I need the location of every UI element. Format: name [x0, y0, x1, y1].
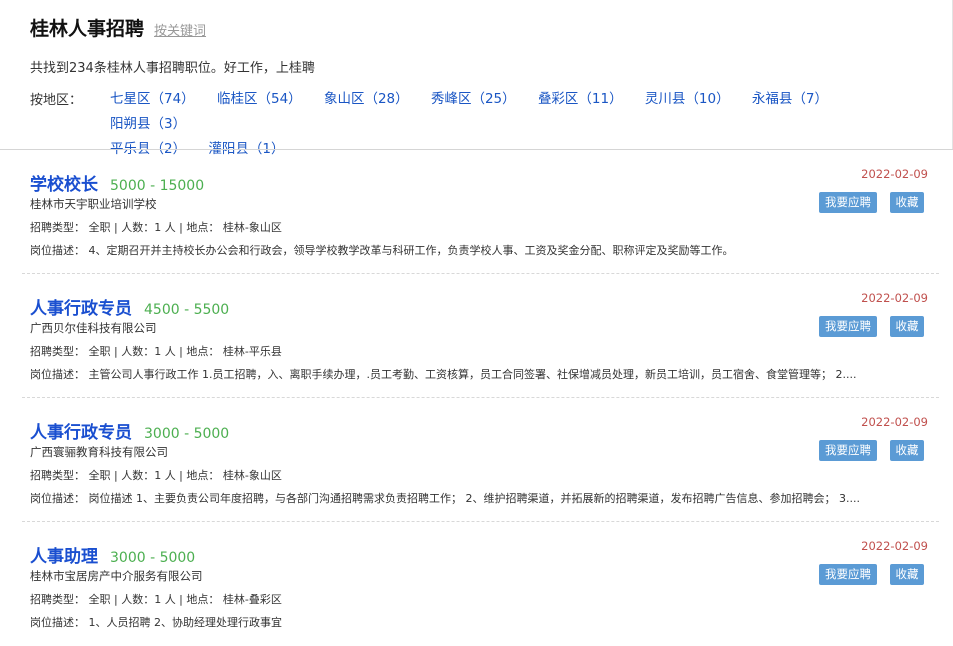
job-description: 岗位描述： 1、人员招聘 2、协助经理处理行政事宜	[30, 616, 282, 629]
job-listing: 人事行政专员 4500 - 5500 广西贝尔佳科技有限公司 招聘类型： 全职 …	[0, 274, 953, 398]
job-title-link[interactable]: 人事行政专员	[30, 294, 132, 319]
post-date: 2022-02-09	[861, 539, 928, 553]
apply-button[interactable]: 我要应聘	[819, 564, 877, 585]
job-title-link[interactable]: 学校校长	[30, 170, 98, 195]
job-description: 岗位描述： 岗位描述 1、主要负责公司年度招聘，与各部门沟通招聘需求负责招聘工作…	[30, 492, 860, 505]
job-title-row: 学校校长 5000 - 15000	[30, 170, 204, 195]
job-meta: 招聘类型： 全职 | 人数：1 人 | 地点： 桂林-象山区	[30, 221, 282, 234]
favorite-button[interactable]: 收藏	[890, 564, 924, 585]
region-link-xiufeng[interactable]: 秀峰区（25）	[431, 87, 516, 112]
keyword-filter-link[interactable]: 按关键词	[154, 20, 206, 39]
favorite-button[interactable]: 收藏	[890, 316, 924, 337]
company-name[interactable]: 桂林市宝居房产中介服务有限公司	[30, 568, 203, 584]
region-link-qixing[interactable]: 七星区（74）	[110, 87, 195, 112]
job-description: 岗位描述： 主管公司人事行政工作 1.员工招聘，入、离职手续办理，.员工考勤、工…	[30, 368, 857, 381]
region-link-xiangshan[interactable]: 象山区（28）	[324, 87, 409, 112]
job-salary: 5000 - 15000	[110, 178, 205, 194]
company-name[interactable]: 广西贝尔佳科技有限公司	[30, 320, 157, 336]
apply-button[interactable]: 我要应聘	[819, 192, 877, 213]
favorite-button[interactable]: 收藏	[890, 192, 924, 213]
job-meta: 招聘类型： 全职 | 人数：1 人 | 地点： 桂林-象山区	[30, 469, 282, 482]
job-description: 岗位描述： 4、定期召开并主持校长办公会和行政会，领导学校教学改革与科研工作，负…	[30, 244, 734, 257]
region-link-lingchuan[interactable]: 灵川县（10）	[645, 87, 730, 112]
favorite-button[interactable]: 收藏	[890, 440, 924, 461]
job-listing: 人事助理 3000 - 5000 桂林市宝居房产中介服务有限公司 招聘类型： 全…	[0, 522, 953, 646]
post-date: 2022-02-09	[861, 167, 928, 181]
post-date: 2022-02-09	[861, 415, 928, 429]
job-meta: 招聘类型： 全职 | 人数：1 人 | 地点： 桂林-平乐县	[30, 345, 282, 358]
result-summary: 共找到234条桂林人事招聘职位。好工作，上桂聘	[30, 61, 315, 76]
search-header: 桂林人事招聘 按关键词 共找到234条桂林人事招聘职位。好工作，上桂聘 按地区：…	[0, 0, 953, 157]
region-link-yongfu[interactable]: 永福县（7）	[752, 87, 828, 112]
region-link-diecai[interactable]: 叠彩区（11）	[538, 87, 623, 112]
region-link-lingui[interactable]: 临桂区（54）	[217, 87, 302, 112]
apply-button[interactable]: 我要应聘	[819, 316, 877, 337]
job-title-row: 人事助理 3000 - 5000	[30, 542, 195, 567]
apply-button[interactable]: 我要应聘	[819, 440, 877, 461]
title-row: 桂林人事招聘 按关键词	[30, 14, 206, 41]
job-title-row: 人事行政专员 3000 - 5000	[30, 418, 229, 443]
page-title: 桂林人事招聘	[30, 18, 145, 40]
region-link-yangshuo[interactable]: 阳朔县（3）	[110, 112, 186, 137]
job-salary: 3000 - 5000	[144, 426, 230, 442]
job-title-link[interactable]: 人事行政专员	[30, 418, 132, 443]
job-title-row: 人事行政专员 4500 - 5500	[30, 294, 229, 319]
job-salary: 4500 - 5500	[144, 302, 230, 318]
job-listing: 人事行政专员 3000 - 5000 广西寰骊教育科技有限公司 招聘类型： 全职…	[0, 398, 953, 522]
company-name[interactable]: 桂林市天宇职业培训学校	[30, 196, 157, 212]
job-meta: 招聘类型： 全职 | 人数：1 人 | 地点： 桂林-叠彩区	[30, 593, 282, 606]
company-name[interactable]: 广西寰骊教育科技有限公司	[30, 444, 168, 460]
job-listing: 学校校长 5000 - 15000 桂林市天宇职业培训学校 招聘类型： 全职 |…	[0, 150, 953, 274]
post-date: 2022-02-09	[861, 291, 928, 305]
job-salary: 3000 - 5000	[110, 550, 196, 566]
region-filter-label: 按地区：	[30, 93, 83, 108]
job-title-link[interactable]: 人事助理	[30, 542, 98, 567]
